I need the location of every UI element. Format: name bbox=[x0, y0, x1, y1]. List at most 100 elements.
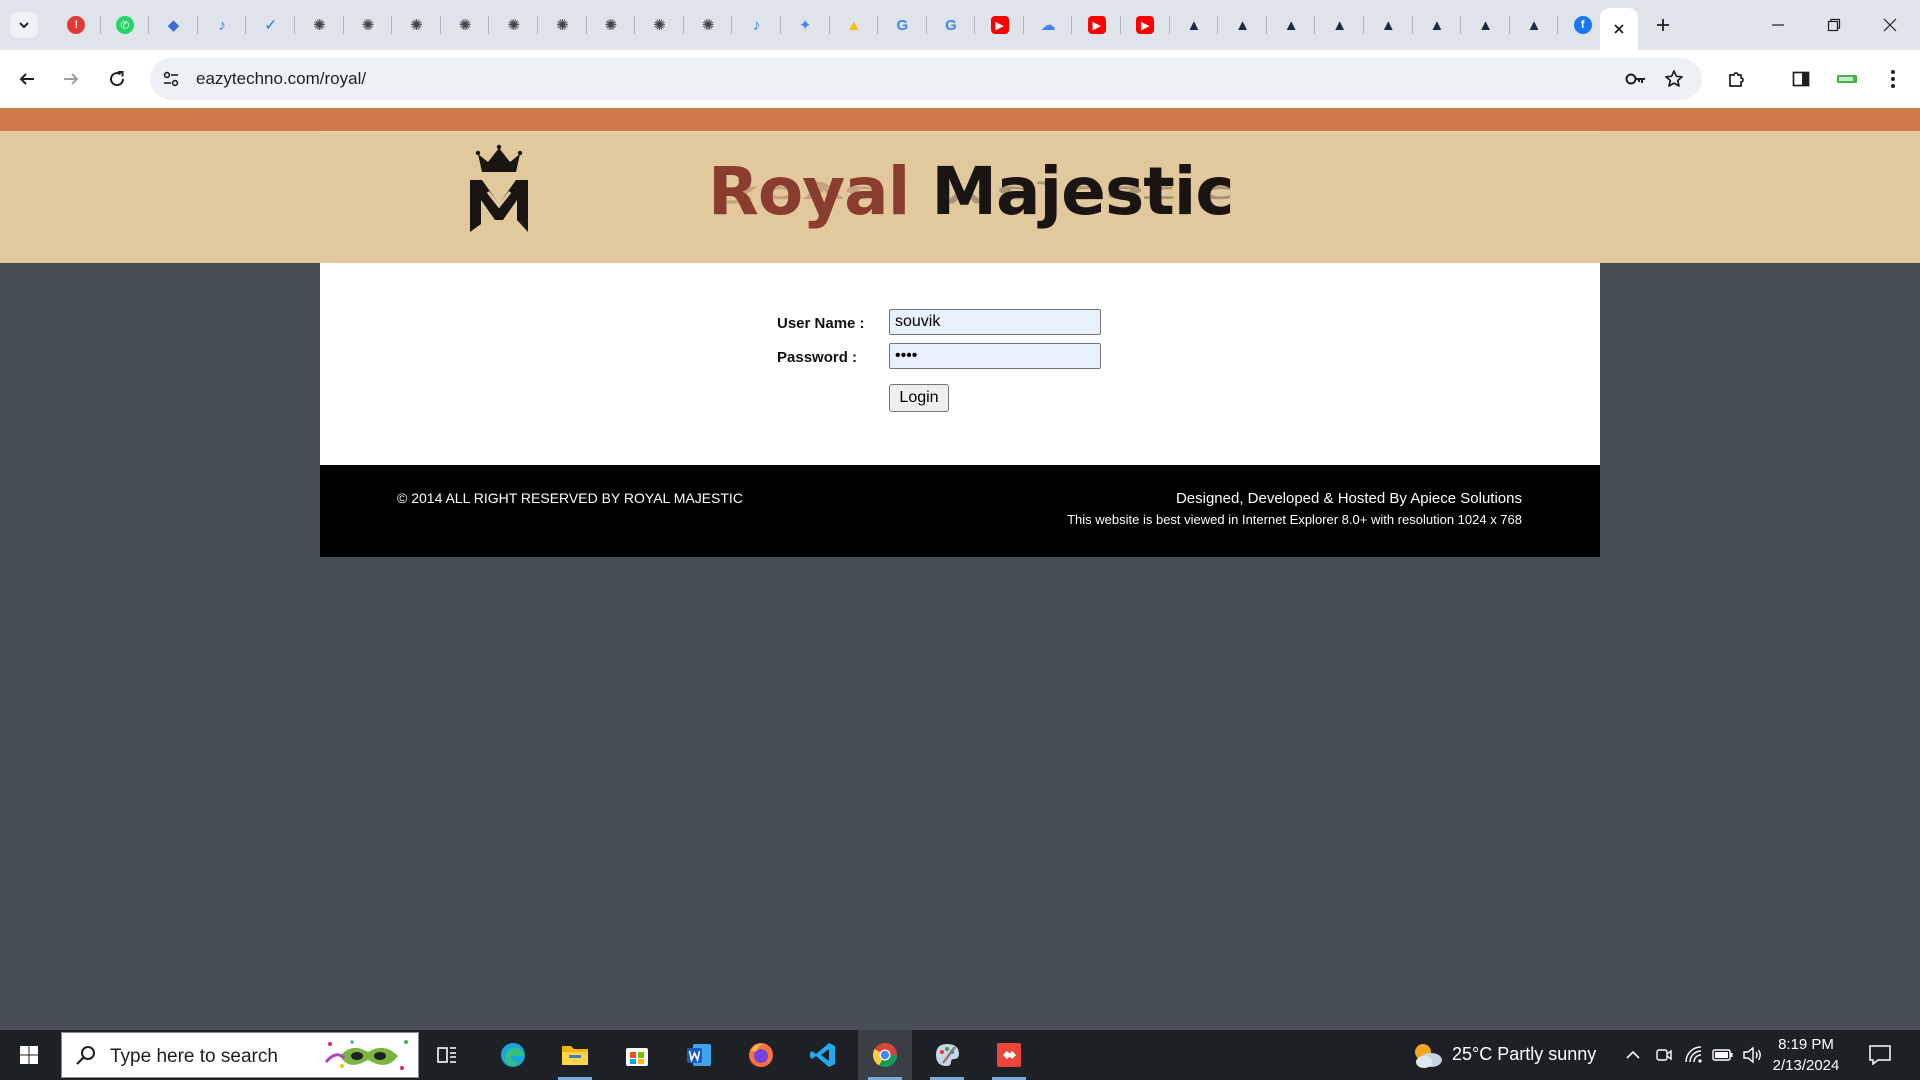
pinned-tab[interactable]: ✺ bbox=[684, 0, 733, 50]
active-tab[interactable] bbox=[1600, 8, 1638, 50]
volume-icon[interactable] bbox=[1742, 1045, 1764, 1065]
firefox-app[interactable] bbox=[734, 1030, 788, 1080]
store-icon bbox=[626, 1048, 648, 1066]
chatgpt-icon: ✺ bbox=[361, 17, 375, 34]
php-icon: ▲ bbox=[1429, 16, 1445, 34]
battery-extension-icon bbox=[1837, 75, 1857, 83]
login-button[interactable]: Login bbox=[889, 384, 949, 412]
password-label: Password : bbox=[777, 349, 858, 366]
pinned-tab[interactable]: ▶ bbox=[1072, 0, 1121, 50]
chevron-up-icon[interactable] bbox=[1624, 1046, 1642, 1064]
profile-button[interactable] bbox=[1832, 64, 1862, 94]
pinned-tab[interactable]: ▲ bbox=[1461, 0, 1510, 50]
bookmark-button[interactable] bbox=[1662, 67, 1686, 91]
pinned-tab[interactable]: G bbox=[927, 0, 976, 50]
youtube-icon: ▶ bbox=[1087, 16, 1106, 34]
chatgpt-icon: ✺ bbox=[653, 17, 666, 34]
windows-icon bbox=[20, 1046, 38, 1064]
side-panel-button[interactable] bbox=[1786, 64, 1816, 94]
start-button[interactable] bbox=[0, 1030, 58, 1080]
chrome-app[interactable] bbox=[858, 1030, 912, 1080]
password-input[interactable] bbox=[889, 343, 1101, 369]
pinned-tab[interactable]: ▲ bbox=[1413, 0, 1462, 50]
anydesk-app[interactable] bbox=[982, 1030, 1036, 1080]
php-icon: ▲ bbox=[1526, 16, 1542, 34]
edge-app[interactable] bbox=[486, 1030, 540, 1080]
notifications-icon[interactable] bbox=[1868, 1044, 1892, 1066]
pinned-tab[interactable]: ✺ bbox=[295, 0, 344, 50]
url-text[interactable]: eazytechno.com/royal/ bbox=[196, 69, 366, 89]
tab-strip: ! ✆ ◆ ♪ ✓ ✺ ✺ ✺ ✺ ✺ ✺ ✺ ✺ ✺ ♪ ✦ ▲ G G ▶ ☁ ▶ ▶ ▲ ▲ ▲ ▲ ▲ ▲ ▲ ▲ f bbox=[0, 0, 1920, 50]
new-tab-button[interactable] bbox=[1650, 13, 1676, 37]
password-manager-button[interactable] bbox=[1624, 68, 1648, 90]
word-app[interactable] bbox=[672, 1030, 726, 1080]
paint-app[interactable] bbox=[920, 1030, 974, 1080]
pinned-tab[interactable]: ▶ bbox=[1121, 0, 1170, 50]
pinned-tab[interactable]: ✺ bbox=[392, 0, 441, 50]
pinned-tab[interactable]: ✓ bbox=[246, 0, 295, 50]
close-window-button[interactable] bbox=[1862, 0, 1918, 50]
pinned-tab[interactable]: ✦ bbox=[781, 0, 830, 50]
file-explorer-app[interactable] bbox=[548, 1030, 602, 1080]
cube-icon: ◆ bbox=[167, 17, 180, 34]
pinned-tab[interactable]: ▶ bbox=[975, 0, 1024, 50]
username-input[interactable] bbox=[889, 309, 1101, 335]
pinned-tab[interactable]: ▲ bbox=[1315, 0, 1364, 50]
pinned-tab[interactable]: ! bbox=[52, 0, 101, 50]
anydesk-icon bbox=[997, 1043, 1021, 1067]
youtube-icon: ▶ bbox=[1136, 16, 1155, 34]
system-clock[interactable]: 8:19 PM 2/13/2024 bbox=[1770, 1034, 1842, 1076]
username-label: User Name : bbox=[777, 315, 865, 332]
extensions-button[interactable] bbox=[1722, 64, 1752, 94]
pinned-tab[interactable]: ▲ bbox=[1267, 0, 1316, 50]
brand-word-royal: Royal bbox=[708, 153, 910, 230]
pinned-tab[interactable]: ☁ bbox=[1024, 0, 1073, 50]
pinned-tab[interactable]: ▲ bbox=[1170, 0, 1219, 50]
close-icon[interactable] bbox=[1612, 22, 1626, 36]
battery-icon[interactable] bbox=[1712, 1047, 1734, 1063]
site-info-button[interactable] bbox=[160, 68, 182, 90]
vscode-app[interactable] bbox=[796, 1030, 850, 1080]
address-bar[interactable]: eazytechno.com/royal/ bbox=[150, 58, 1702, 100]
pinned-tab[interactable]: ✺ bbox=[344, 0, 393, 50]
pinned-tab[interactable]: G bbox=[878, 0, 927, 50]
forward-button[interactable] bbox=[56, 64, 86, 94]
pinned-tabs: ! ✆ ◆ ♪ ✓ ✺ ✺ ✺ ✺ ✺ ✺ ✺ ✺ ✺ ♪ ✦ ▲ G G ▶ ☁ ▶ ▶ ▲ ▲ ▲ ▲ ▲ ▲ ▲ ▲ f bbox=[52, 0, 1607, 50]
php-icon: ▲ bbox=[1186, 16, 1202, 34]
copyright-text: © 2014 ALL RIGHT RESERVED BY ROYAL MAJES… bbox=[397, 490, 743, 506]
pinned-tab[interactable]: ✺ bbox=[587, 0, 636, 50]
pinned-tab[interactable]: ✺ bbox=[538, 0, 587, 50]
meet-now-icon[interactable] bbox=[1654, 1045, 1674, 1065]
more-vert-icon bbox=[1891, 70, 1895, 88]
pinned-tab[interactable]: ✺ bbox=[635, 0, 684, 50]
tab-search-button[interactable] bbox=[10, 12, 38, 38]
microsoft-store-app[interactable] bbox=[610, 1030, 664, 1080]
pinned-tab[interactable]: ✺ bbox=[489, 0, 538, 50]
reload-button[interactable] bbox=[102, 64, 132, 94]
brand-word-majestic: Majestic bbox=[931, 153, 1234, 230]
pinned-tab[interactable]: ▲ bbox=[1510, 0, 1559, 50]
taskbar-search-box[interactable]: Type here to search bbox=[61, 1032, 419, 1078]
header-divider bbox=[320, 131, 1600, 134]
pinned-tab[interactable]: ▲ bbox=[1218, 0, 1267, 50]
pinned-tab[interactable]: ▲ bbox=[1364, 0, 1413, 50]
wifi-icon[interactable] bbox=[1684, 1045, 1704, 1065]
clock-time: 8:19 PM bbox=[1778, 1036, 1834, 1053]
pinned-tab[interactable]: ✺ bbox=[441, 0, 490, 50]
pinned-tab[interactable]: ▲ bbox=[830, 0, 879, 50]
pinned-tab[interactable]: ◆ bbox=[149, 0, 198, 50]
pinned-tab[interactable]: ✆ bbox=[101, 0, 150, 50]
chatgpt-icon: ✺ bbox=[604, 17, 618, 34]
pinned-tab[interactable]: ♪ bbox=[732, 0, 781, 50]
restore-button[interactable] bbox=[1806, 0, 1862, 50]
back-button[interactable] bbox=[12, 64, 42, 94]
minimize-button[interactable] bbox=[1750, 0, 1806, 50]
task-view-button[interactable] bbox=[420, 1030, 474, 1080]
arrow-right-icon bbox=[64, 73, 79, 85]
login-panel: User Name : Password : Login bbox=[320, 263, 1600, 465]
pinned-tab[interactable]: ♪ bbox=[198, 0, 247, 50]
menu-button[interactable] bbox=[1878, 64, 1908, 94]
weather-text[interactable]: 25°C Partly sunny bbox=[1452, 1044, 1596, 1065]
google-icon: G bbox=[945, 16, 957, 34]
carnival-mask-icon bbox=[324, 1040, 408, 1070]
